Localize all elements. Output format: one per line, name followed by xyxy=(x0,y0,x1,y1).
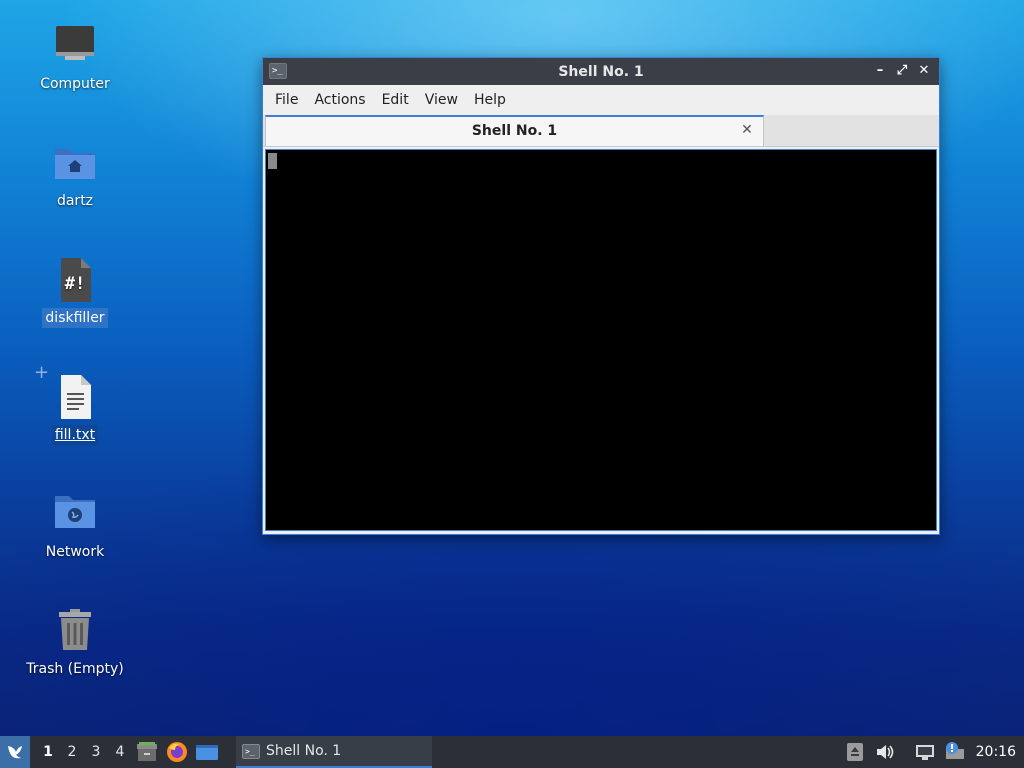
computer-icon xyxy=(51,22,99,70)
desktop-icon-label: fill.txt xyxy=(51,425,99,445)
tab-bar: Shell No. 1 ✕ xyxy=(263,115,939,147)
menu-edit[interactable]: Edit xyxy=(374,85,417,115)
update-notifier-icon[interactable] xyxy=(944,741,966,763)
desktop-icon-text-file[interactable]: fill.txt xyxy=(15,373,135,445)
svg-text:#!: #! xyxy=(65,274,85,294)
taskbar-task-shell[interactable]: >_ Shell No. 1 xyxy=(236,736,432,768)
menu-file[interactable]: File xyxy=(267,85,306,115)
desktop-icon-network[interactable]: Network xyxy=(15,490,135,562)
script-file-icon: #! xyxy=(51,256,99,304)
desktop-show-icon[interactable] xyxy=(195,740,219,764)
desktop-icon-label: Computer xyxy=(40,76,110,92)
desktop-icon-label: dartz xyxy=(56,193,94,209)
desktop-icon-label: diskfiller xyxy=(42,308,108,328)
trash-icon xyxy=(51,607,99,655)
taskbar-task-label: Shell No. 1 xyxy=(266,743,342,759)
close-button[interactable]: ✕ xyxy=(915,62,933,80)
eject-icon[interactable] xyxy=(844,741,866,763)
menu-view[interactable]: View xyxy=(417,85,466,115)
workspace-2[interactable]: 2 xyxy=(60,744,84,760)
network-folder-icon xyxy=(51,490,99,538)
volume-icon[interactable] xyxy=(874,741,896,763)
clock[interactable]: 20:16 xyxy=(976,744,1016,760)
plus-icon: + xyxy=(34,362,50,383)
terminal-window[interactable]: >_ Shell No. 1 – ⤢ ✕ File Actions Edit V… xyxy=(262,57,940,535)
desktop-icon-script[interactable]: #! diskfiller xyxy=(15,256,135,328)
menu-actions[interactable]: Actions xyxy=(306,85,373,115)
desktop-icon-trash[interactable]: Trash (Empty) xyxy=(15,607,135,679)
home-folder-icon xyxy=(51,139,99,187)
desktop-icon-home-folder[interactable]: dartz xyxy=(15,139,135,211)
terminal-icon: >_ xyxy=(242,743,260,759)
app-menu-icon xyxy=(8,746,22,759)
desktop-icon-computer[interactable]: Computer xyxy=(15,22,135,94)
terminal-area[interactable] xyxy=(265,149,937,531)
taskbar: 1 2 3 4 >_ Shell No. 1 20:16 xyxy=(0,736,1024,768)
workspace-4[interactable]: 4 xyxy=(108,744,132,760)
text-cursor xyxy=(268,153,277,169)
minimize-button[interactable]: – xyxy=(871,62,889,80)
tab-label: Shell No. 1 xyxy=(471,123,558,139)
file-manager-icon[interactable] xyxy=(135,740,159,764)
window-titlebar[interactable]: >_ Shell No. 1 – ⤢ ✕ xyxy=(263,58,939,85)
menubar: File Actions Edit View Help xyxy=(263,85,939,115)
window-title: Shell No. 1 xyxy=(558,63,644,80)
text-file-icon xyxy=(51,373,99,421)
menu-help[interactable]: Help xyxy=(466,85,514,115)
desktop-icon-label: Network xyxy=(45,544,105,560)
workspace-3[interactable]: 3 xyxy=(84,744,108,760)
tab-shell-1[interactable]: Shell No. 1 ✕ xyxy=(265,115,764,146)
maximize-button[interactable]: ⤢ xyxy=(893,62,911,80)
desktop-icon-label: Trash (Empty) xyxy=(26,661,124,677)
workspace-1[interactable]: 1 xyxy=(36,744,60,760)
network-icon[interactable] xyxy=(914,741,936,763)
start-menu-button[interactable] xyxy=(0,736,30,768)
tab-close-icon[interactable]: ✕ xyxy=(739,122,755,138)
system-tray: 20:16 xyxy=(840,736,1024,768)
terminal-app-icon[interactable]: >_ xyxy=(269,63,287,79)
firefox-icon[interactable] xyxy=(165,740,189,764)
